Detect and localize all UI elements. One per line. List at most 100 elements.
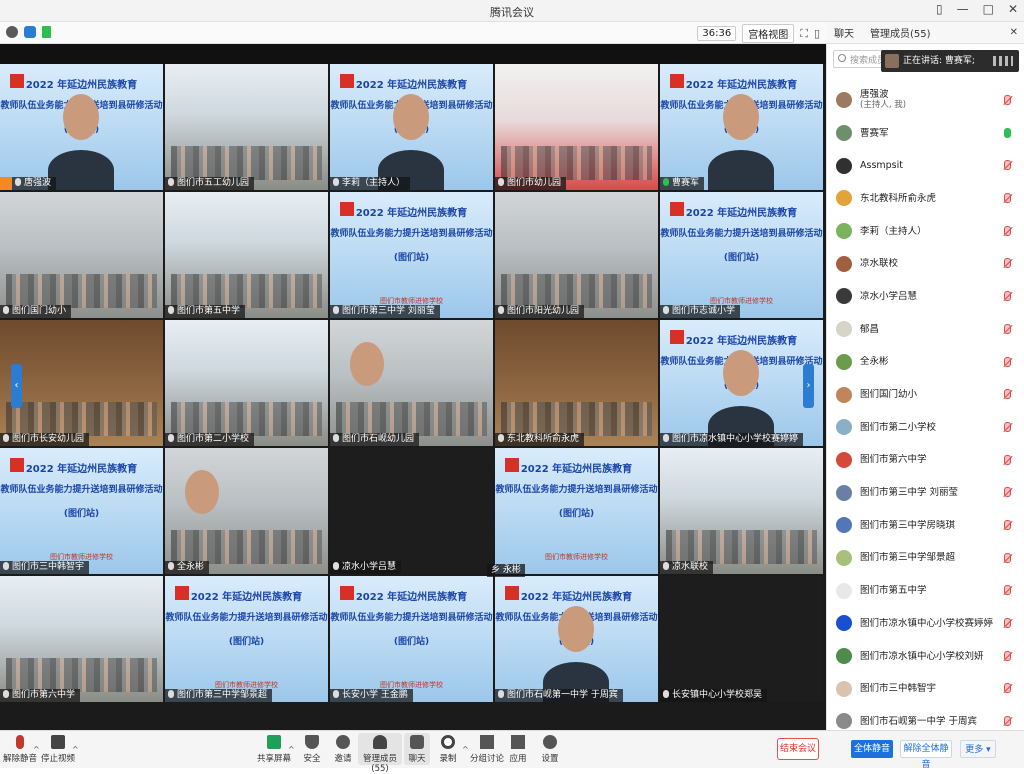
layout-toggle-icon[interactable]: ▯ xyxy=(814,27,820,40)
microphone-muted-icon[interactable] xyxy=(1004,160,1011,171)
member-row[interactable]: 郁昌 xyxy=(827,313,1024,346)
participant-name: 长安小学 王金鹏 xyxy=(342,690,408,700)
member-name: 郁昌 xyxy=(860,323,880,335)
unmute-all-button[interactable]: 解除全体静音 xyxy=(900,740,952,770)
mute-all-button[interactable]: 全体静音 xyxy=(851,740,893,758)
video-tile[interactable]: 2022 年延边州民族教育教师队伍业务能力提升送培到县研修活动(图们站)图们市教… xyxy=(0,448,163,574)
microphone-muted-icon[interactable] xyxy=(1004,519,1011,530)
view-mode-button[interactable]: 宫格视图 xyxy=(742,24,795,43)
video-tile[interactable]: 图们市长安幼儿园 xyxy=(0,320,163,446)
member-row[interactable]: 图们市第二小学校 xyxy=(827,411,1024,444)
manage-members-button[interactable]: 管理成员(55) xyxy=(358,733,402,774)
video-tile[interactable]: 图们国门幼小 xyxy=(0,192,163,318)
microphone-muted-icon[interactable] xyxy=(1004,389,1011,400)
video-tile[interactable]: 2022 年延边州民族教育教师队伍业务能力提升送培到县研修活动(图们站)图们市教… xyxy=(0,64,163,190)
close-button[interactable]: ✕ xyxy=(1008,2,1018,16)
participant-name-label: 图们市凉水镇中心小学校赛婷婷 xyxy=(660,433,804,446)
security-icon xyxy=(305,735,319,749)
previous-page-arrow-icon[interactable]: ‹ xyxy=(11,364,22,408)
signal-icon[interactable] xyxy=(42,26,51,38)
panel-close-icon[interactable]: ✕ xyxy=(1010,27,1018,38)
member-row[interactable]: 东北教科所俞永虎 xyxy=(827,182,1024,215)
microphone-muted-icon[interactable] xyxy=(1004,487,1011,498)
video-tile[interactable]: 2022 年延边州民族教育教师队伍业务能力提升送培到县研修活动(图们站)图们市教… xyxy=(660,64,823,190)
microphone-muted-icon[interactable] xyxy=(1004,716,1011,727)
member-row[interactable]: 曹赛军 xyxy=(827,117,1024,150)
video-tile[interactable]: 2022 年延边州民族教育教师队伍业务能力提升送培到县研修活动(图们站)图们市教… xyxy=(330,576,493,702)
member-row[interactable]: 图们市凉水镇中心小学校刘妍 xyxy=(827,640,1024,673)
member-row[interactable]: 李莉（主持人） xyxy=(827,215,1024,248)
participants-scene xyxy=(171,530,322,564)
video-tile[interactable]: 图们市石岘幼儿园 xyxy=(330,320,493,446)
member-row[interactable]: 图们市三中韩智宇 xyxy=(827,672,1024,705)
more-button[interactable]: 更多 ▾ xyxy=(960,740,996,758)
video-tile[interactable]: 2022 年延边州民族教育教师队伍业务能力提升送培到县研修活动(图们站)图们市教… xyxy=(165,576,328,702)
microphone-muted-icon[interactable] xyxy=(1004,552,1011,563)
info-icon[interactable] xyxy=(6,26,18,38)
video-tile[interactable]: 凉水小学吕慧 xyxy=(330,448,493,574)
microphone-muted-icon[interactable] xyxy=(1004,618,1011,628)
microphone-muted-icon[interactable] xyxy=(1004,193,1011,204)
video-tile[interactable]: 凉水联校 xyxy=(660,448,823,574)
minimize-button[interactable]: — xyxy=(957,2,969,16)
slide-text: 2022 年延边州民族教育 xyxy=(520,592,633,603)
microphone-muted-icon[interactable] xyxy=(1004,95,1011,105)
member-name: Assmpsit xyxy=(860,160,903,172)
video-tile[interactable]: 2022 年延边州民族教育教师队伍业务能力提升送培到县研修活动(图们站)图们市教… xyxy=(495,448,658,574)
microphone-muted-icon[interactable] xyxy=(1004,323,1011,334)
member-row[interactable]: 凉水小学吕慧 xyxy=(827,280,1024,313)
shield-icon[interactable] xyxy=(24,26,36,38)
microphone-on-icon[interactable] xyxy=(1004,127,1011,138)
next-page-arrow-icon[interactable]: › xyxy=(803,364,814,408)
microphone-muted-icon[interactable] xyxy=(1004,225,1011,236)
pin-window-button[interactable]: ▯ xyxy=(936,2,943,16)
microphone-muted-icon[interactable] xyxy=(1004,258,1011,269)
participant-name-label: 长安小学 王金鹏 xyxy=(330,689,413,702)
microphone-muted-icon[interactable] xyxy=(1004,356,1011,367)
video-tile[interactable]: 2022 年延边州民族教育教师队伍业务能力提升送培到县研修活动(图们站)图们市教… xyxy=(660,320,823,446)
video-tile[interactable]: 图们市第五中学 xyxy=(165,192,328,318)
member-row[interactable]: 图们市第三中学邹景超 xyxy=(827,542,1024,575)
microphone-muted-icon[interactable] xyxy=(1004,291,1011,302)
video-tile[interactable]: 2022 年延边州民族教育教师队伍业务能力提升送培到县研修活动(图们站)图们市教… xyxy=(660,192,823,318)
video-tile[interactable]: 图们市阳光幼儿园 xyxy=(495,192,658,318)
microphone-muted-icon[interactable] xyxy=(1004,650,1011,661)
fullscreen-icon[interactable]: ⛶ xyxy=(800,27,808,41)
microphone-muted-icon[interactable] xyxy=(1004,683,1011,694)
video-tile[interactable]: 图们市第二小学校 xyxy=(165,320,328,446)
microphone-muted-icon[interactable] xyxy=(1004,585,1011,596)
video-tile[interactable]: 2022 年延边州民族教育教师队伍业务能力提升送培到县研修活动(图们站)图们市教… xyxy=(330,192,493,318)
video-tile[interactable]: 2022 年延边州民族教育教师队伍业务能力提升送培到县研修活动(图们站)图们市教… xyxy=(330,64,493,190)
microphone-muted-icon[interactable] xyxy=(1004,421,1011,432)
participant-name-label: 图们市第二小学校 xyxy=(165,433,255,446)
member-row[interactable]: 图们市第三中学 刘丽莹 xyxy=(827,476,1024,509)
member-row[interactable]: 图们市第五中学 xyxy=(827,574,1024,607)
video-tile[interactable]: 全永彬 xyxy=(165,448,328,574)
tab-members[interactable]: 管理成员(55) xyxy=(862,25,939,40)
maximize-button[interactable]: □ xyxy=(983,2,994,16)
member-row[interactable]: 凉水联校 xyxy=(827,247,1024,280)
invite-button[interactable]: 邀请 xyxy=(323,735,363,764)
video-tile[interactable]: 长安镇中心小学校郑吴 xyxy=(660,576,823,702)
microphone-muted-icon[interactable] xyxy=(1004,454,1011,465)
slide-text: (图们站) xyxy=(63,509,100,519)
chat-button[interactable]: 聊天 xyxy=(404,733,430,765)
video-tile[interactable]: 2022 年延边州民族教育教师队伍业务能力提升送培到县研修活动(图们站)图们市教… xyxy=(495,576,658,702)
member-row[interactable]: 图们市第三中学房晓琪 xyxy=(827,509,1024,542)
member-row[interactable]: Assmpsit xyxy=(827,149,1024,182)
settings-button[interactable]: 设置 xyxy=(530,735,570,764)
video-tile[interactable]: 图们市五工幼儿园 xyxy=(165,64,328,190)
member-row[interactable]: 全永彬 xyxy=(827,346,1024,379)
microphone-icon xyxy=(3,306,9,314)
video-tile[interactable]: 图们市第六中学 xyxy=(0,576,163,702)
member-row[interactable]: 图们国门幼小 xyxy=(827,378,1024,411)
member-row[interactable]: 图们市凉水镇中心小学校赛婷婷 xyxy=(827,607,1024,640)
slide-text: 2022 年延边州民族教育 xyxy=(190,592,303,603)
tab-chat[interactable]: 聊天 xyxy=(826,25,862,40)
video-options-caret[interactable]: ^ xyxy=(72,745,79,754)
member-row[interactable]: 唐强波 (主持人, 我) xyxy=(827,84,1024,117)
member-row[interactable]: 图们市第六中学 xyxy=(827,444,1024,477)
end-meeting-button[interactable]: 结束会议 xyxy=(777,738,819,760)
video-tile[interactable]: 图们市幼儿园 xyxy=(495,64,658,190)
video-tile[interactable]: 东北教科所俞永虎 xyxy=(495,320,658,446)
